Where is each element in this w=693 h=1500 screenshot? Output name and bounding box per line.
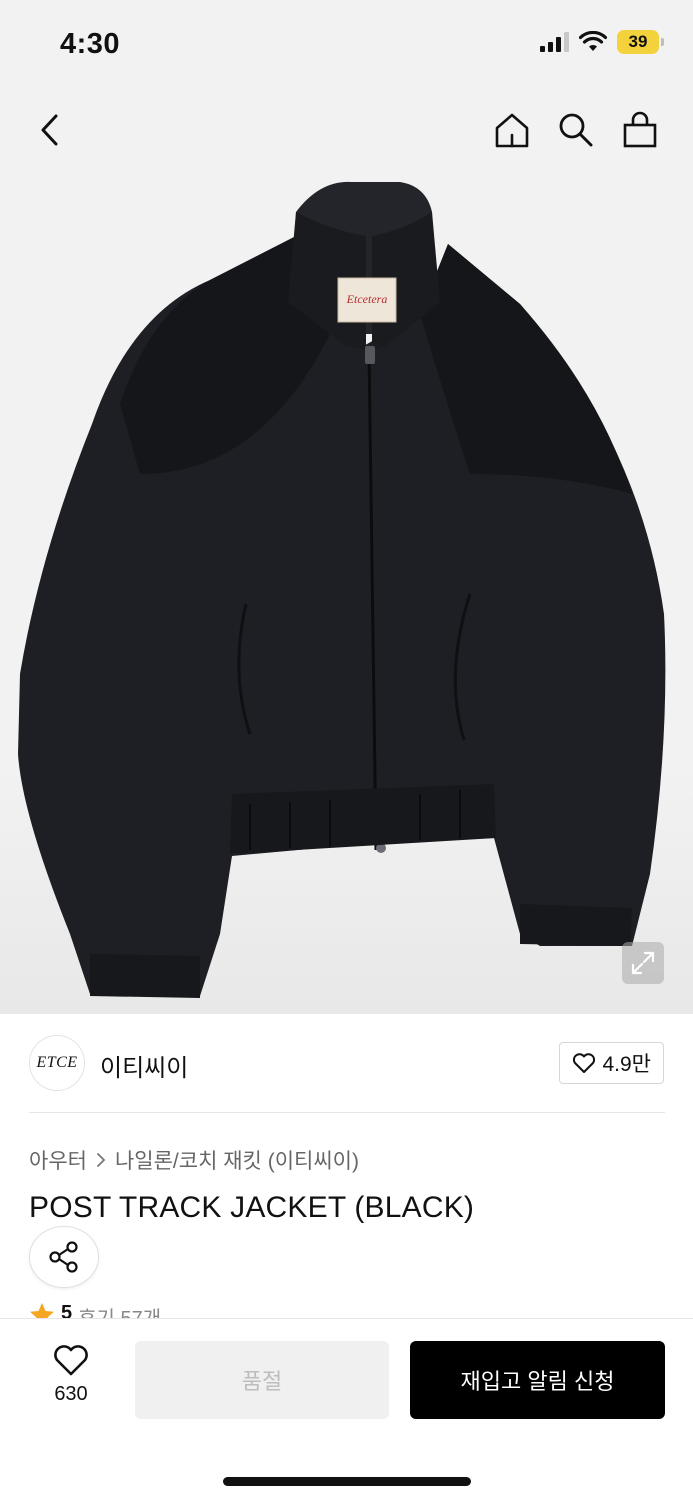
expand-icon (631, 951, 655, 975)
chevron-right-icon (97, 1153, 106, 1167)
share-icon (49, 1241, 78, 1273)
status-time: 4:30 (60, 28, 121, 60)
rating-row[interactable]: 5 후기 57개 (29, 1302, 161, 1318)
top-nav-bar (0, 88, 693, 174)
review-count: 후기 57개 (78, 1302, 161, 1318)
home-icon (495, 113, 529, 148)
rating-score: 5 (61, 1302, 73, 1318)
status-bar: 4:30 39 (0, 0, 693, 88)
heart-icon (573, 1053, 596, 1073)
wifi-icon (579, 31, 607, 51)
product-title: POST TRACK JACKET (BLACK) (29, 1191, 475, 1224)
bottom-action-bar: 630 품절 재입고 알림 신청 (0, 1318, 693, 1500)
back-button[interactable] (26, 106, 74, 154)
wish-count: 630 (54, 1383, 88, 1405)
breadcrumb-subcategory[interactable]: 나일론/코치 재킷 (이티씨이) (115, 1145, 359, 1175)
restock-alert-button[interactable]: 재입고 알림 신청 (410, 1341, 665, 1419)
share-button[interactable] (29, 1226, 99, 1288)
search-button[interactable] (552, 106, 600, 154)
home-button[interactable] (488, 106, 536, 154)
battery-icon: 39 (617, 30, 664, 54)
brand-like-button[interactable]: 4.9만 (559, 1042, 664, 1084)
cart-button[interactable] (616, 106, 664, 154)
jacket-illustration: Etcetera (18, 181, 666, 998)
brand-name[interactable]: 이티씨이 (100, 1048, 188, 1083)
product-image[interactable]: Etcetera (0, 174, 693, 1014)
brand-row: ETCE 이티씨이 4.9만 (0, 1014, 693, 1114)
divider (29, 1112, 665, 1113)
search-icon (559, 113, 593, 147)
battery-level: 39 (628, 32, 648, 51)
status-icons: 39 (540, 30, 664, 54)
breadcrumb: 아우터 나일론/코치 재킷 (이티씨이) (29, 1145, 359, 1175)
home-indicator (223, 1477, 471, 1486)
wish-button[interactable]: 630 (40, 1343, 102, 1413)
expand-image-button[interactable] (622, 942, 664, 984)
brand-logo[interactable]: ETCE (29, 1035, 85, 1091)
soldout-button[interactable]: 품절 (135, 1341, 389, 1419)
label-tag-text: Etcetera (346, 292, 388, 306)
heart-icon (54, 1345, 88, 1376)
back-icon (41, 114, 58, 146)
star-icon (30, 1303, 54, 1318)
shopping-bag-icon (623, 111, 657, 148)
breadcrumb-category[interactable]: 아우터 (29, 1145, 87, 1175)
signal-icon (540, 32, 569, 52)
brand-like-count: 4.9만 (602, 1053, 651, 1076)
